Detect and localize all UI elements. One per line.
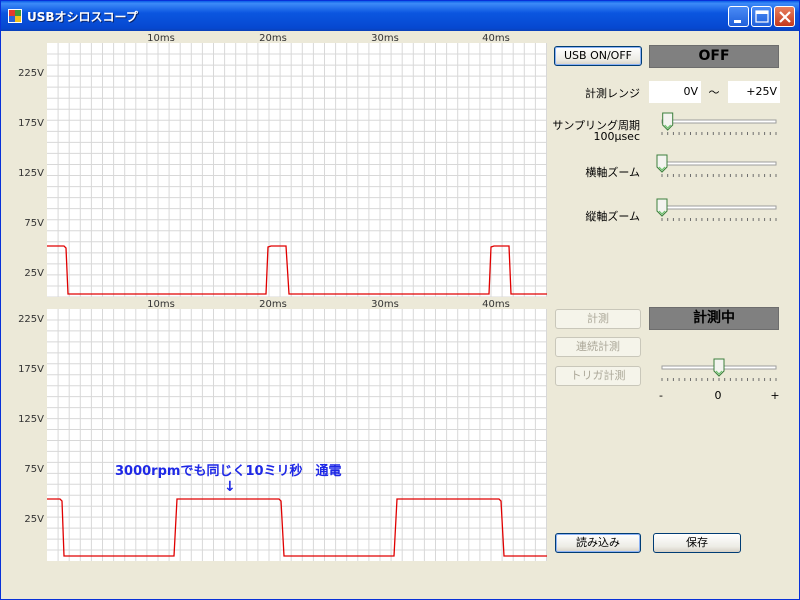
y-tick-label: 175V — [18, 364, 44, 375]
y-tick-label: 225V — [18, 68, 44, 79]
y-tick-label: 225V — [18, 314, 44, 325]
sampling-slider[interactable] — [654, 111, 782, 137]
x-tick-label: 20ms — [259, 33, 287, 44]
trigger-mid-label: 0 — [714, 389, 722, 402]
x-tick-label: 10ms — [147, 299, 175, 310]
continuous-measure-button[interactable]: 連続計測 — [555, 337, 641, 357]
y-tick-label: 25V — [24, 514, 44, 525]
y-tick-label: 25V — [24, 268, 44, 279]
y-tick-label: 75V — [24, 218, 44, 229]
hzoom-slider[interactable] — [654, 153, 782, 179]
y-tick-label: 75V — [24, 464, 44, 475]
title-bar[interactable]: USBオシロスコープ — [1, 1, 799, 31]
x-tick-label: 20ms — [259, 299, 287, 310]
minimize-icon — [734, 20, 741, 23]
range-max-field[interactable]: +25V — [728, 81, 780, 103]
close-icon — [779, 11, 791, 23]
slider-track — [661, 205, 777, 210]
hzoom-label: 横軸ズーム — [585, 166, 640, 179]
slider-track — [661, 119, 777, 124]
x-tick-label: 10ms — [147, 33, 175, 44]
range-min-field[interactable]: 0V — [649, 81, 701, 103]
annotation-arrow-icon: ↓ — [224, 479, 236, 495]
measure-status-indicator: 計測中 — [649, 307, 779, 330]
measure-button[interactable]: 計測 — [555, 309, 641, 329]
plot-area — [47, 43, 547, 297]
scope-annotation: 3000rpmでも同じく10ミリ秒 通電 — [115, 464, 342, 479]
y-tick-label: 175V — [18, 118, 44, 129]
maximize-icon — [755, 10, 769, 23]
slider-track — [661, 161, 777, 166]
x-tick-label: 30ms — [371, 33, 399, 44]
plot-area — [47, 309, 547, 561]
range-separator: ～ — [708, 86, 720, 99]
x-tick-label: 40ms — [482, 33, 510, 44]
y-tick-label: 125V — [18, 414, 44, 425]
vzoom-label: 縦軸ズーム — [585, 210, 640, 223]
oscilloscope-top[interactable]: 10ms 20ms 30ms 40ms 225V 175V 125V 75V 25V — [4, 31, 549, 297]
app-window: USBオシロスコープ 10ms 20ms 30ms 40ms 225V 175V 125V 7… — [0, 0, 800, 600]
close-button[interactable] — [774, 6, 795, 27]
maximize-button[interactable] — [751, 6, 772, 27]
y-tick-label: 125V — [18, 168, 44, 179]
usb-toggle-button[interactable]: USB ON/OFF — [554, 46, 642, 66]
trigger-min-label: - — [659, 389, 663, 402]
app-icon — [8, 9, 22, 23]
range-label: 計測レンジ — [585, 87, 640, 100]
load-button[interactable]: 読み込み — [555, 533, 641, 553]
trigger-max-label: + — [770, 389, 780, 402]
x-tick-label: 40ms — [482, 299, 510, 310]
usb-status-indicator: OFF — [649, 45, 779, 68]
vzoom-slider[interactable] — [654, 197, 782, 223]
minimize-button[interactable] — [728, 6, 749, 27]
window-title: USBオシロスコープ — [27, 10, 138, 24]
trigger-measure-button[interactable]: トリガ計測 — [555, 366, 641, 386]
save-button[interactable]: 保存 — [653, 533, 741, 553]
oscilloscope-bottom[interactable]: 10ms 20ms 30ms 40ms 225V 175V 125V 75V 25V — [4, 297, 549, 561]
sampling-value: 100μsec — [593, 130, 640, 143]
client-area: 10ms 20ms 30ms 40ms 225V 175V 125V 75V 25V 10ms 2… — [4, 31, 797, 598]
trigger-slider[interactable] — [654, 357, 782, 383]
x-tick-label: 30ms — [371, 299, 399, 310]
